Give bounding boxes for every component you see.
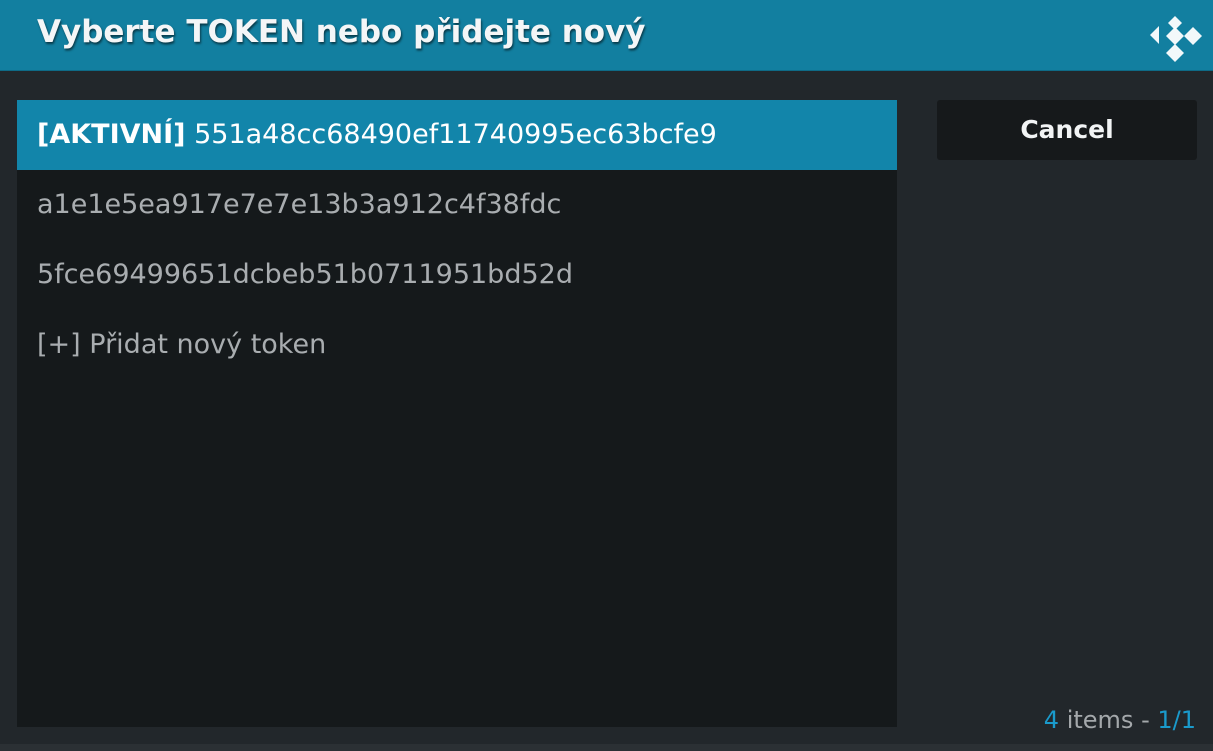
item-count: 4 bbox=[1043, 706, 1060, 734]
dialog-title: Vyberte TOKEN nebo přidejte nový bbox=[37, 14, 646, 50]
token-list: [AKTIVNÍ] 551a48cc68490ef11740995ec63bcf… bbox=[17, 100, 897, 727]
list-item-token[interactable]: 5fce69499651dcbeb51b0711951bd52d bbox=[17, 240, 897, 310]
counter-separator: - bbox=[1141, 706, 1150, 734]
page-indicator: 1/1 bbox=[1157, 706, 1196, 734]
add-token-label: [+] Přidat nový token bbox=[37, 329, 327, 360]
item-counter: 4 items - 1/1 bbox=[1044, 706, 1196, 734]
token-label: 5fce69499651dcbeb51b0711951bd52d bbox=[37, 259, 573, 290]
dialog-header: Vyberte TOKEN nebo přidejte nový bbox=[0, 0, 1213, 71]
items-word: items bbox=[1066, 706, 1134, 734]
bottom-divider bbox=[0, 744, 1213, 751]
token-label: a1e1e5ea917e7e7e13b3a912c4f38fdc bbox=[37, 189, 562, 220]
select-token-dialog: Vyberte TOKEN nebo přidejte nový [AKTIVN… bbox=[0, 0, 1213, 751]
list-item-active-token[interactable]: [AKTIVNÍ] 551a48cc68490ef11740995ec63bcf… bbox=[17, 100, 897, 170]
kodi-logo-icon bbox=[1150, 16, 1202, 62]
list-item-add-token[interactable]: [+] Přidat nový token bbox=[17, 310, 897, 380]
list-item-token[interactable]: a1e1e5ea917e7e7e13b3a912c4f38fdc bbox=[17, 170, 897, 240]
token-label: 551a48cc68490ef11740995ec63bcfe9 bbox=[194, 119, 717, 150]
active-badge: [AKTIVNÍ] bbox=[37, 119, 186, 150]
cancel-button[interactable]: Cancel bbox=[937, 100, 1197, 160]
